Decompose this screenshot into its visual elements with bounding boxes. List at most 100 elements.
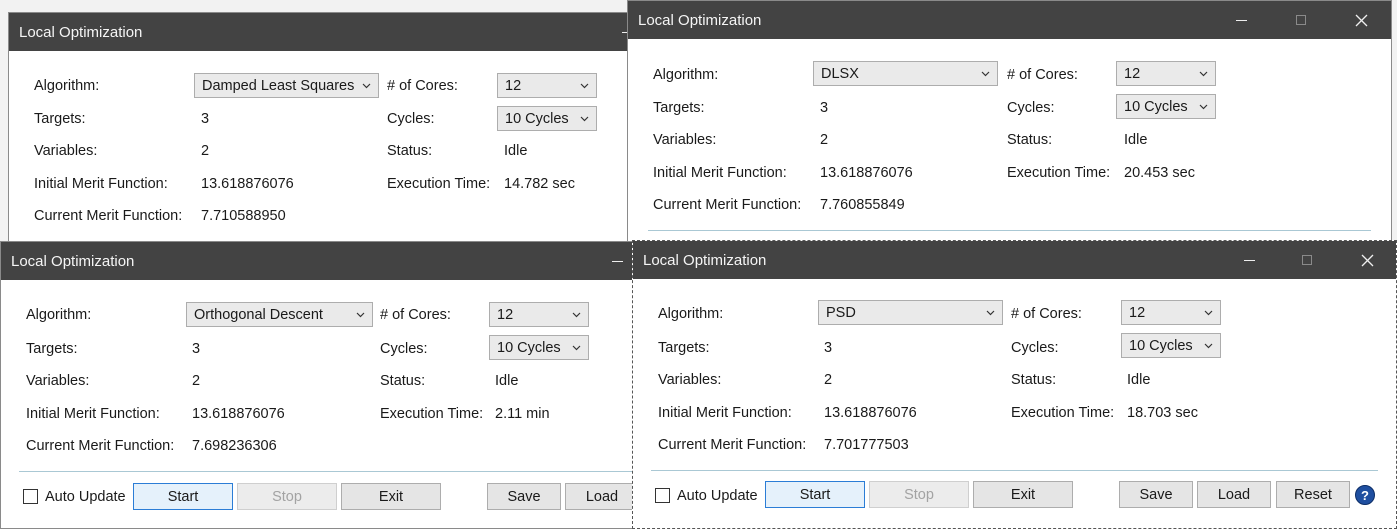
variables-label: Variables: [658, 372, 722, 388]
targets-label: Targets: [653, 100, 705, 116]
chevron-down-icon [1199, 71, 1208, 77]
cycles-value: 10 Cycles [1129, 337, 1193, 354]
targets-value: 3 [192, 341, 201, 357]
exit-button[interactable]: Exit [341, 483, 441, 510]
cores-label: # of Cores: [380, 307, 451, 323]
start-button[interactable]: Start [765, 481, 865, 508]
status-value: Idle [504, 143, 528, 159]
variables-label: Variables: [34, 143, 98, 159]
cores-dropdown[interactable]: 12 [1121, 300, 1221, 325]
stop-button-label: Stop [272, 488, 302, 505]
status-label: Status: [387, 143, 433, 159]
window-title-bar[interactable]: Local Optimization [628, 1, 1391, 39]
cycles-value: 10 Cycles [1124, 98, 1188, 115]
initial-merit-label: Initial Merit Function: [26, 406, 160, 422]
save-button[interactable]: Save [1119, 481, 1193, 508]
exec-time-value: 14.782 sec [504, 176, 575, 192]
exec-time-label: Execution Time: [1007, 165, 1111, 181]
exec-time-value: 2.11 min [495, 406, 550, 422]
minimize-button[interactable] [1218, 1, 1264, 39]
current-merit-label: Current Merit Function: [26, 438, 175, 454]
chevron-down-icon [572, 345, 581, 351]
chevron-down-icon [981, 71, 990, 77]
exit-button[interactable]: Exit [973, 481, 1073, 508]
cores-value: 12 [505, 77, 522, 94]
close-button[interactable] [1344, 241, 1390, 279]
chevron-down-icon [1204, 343, 1213, 349]
cores-dropdown[interactable]: 12 [497, 73, 597, 98]
cores-value: 12 [1124, 65, 1141, 82]
chevron-down-icon [572, 312, 581, 318]
algorithm-value: Orthogonal Descent [194, 306, 323, 323]
variables-value: 2 [820, 132, 829, 148]
cores-dropdown[interactable]: 12 [489, 302, 589, 327]
separator [648, 230, 1371, 231]
initial-merit-label: Initial Merit Function: [658, 405, 792, 421]
maximize-button[interactable] [1278, 1, 1324, 39]
window-body: Algorithm: DLSX # of Cores: 12 Targets: … [628, 39, 1391, 243]
reset-button-label: Reset [1294, 486, 1332, 503]
cycles-label: Cycles: [380, 341, 428, 357]
algorithm-dropdown[interactable]: Orthogonal Descent [186, 302, 373, 327]
status-label: Status: [1011, 372, 1057, 388]
cycles-dropdown[interactable]: 10 Cycles [1121, 333, 1221, 358]
exec-time-value: 20.453 sec [1124, 165, 1195, 181]
start-button-label: Start [167, 488, 199, 505]
stop-button[interactable]: Stop [237, 483, 337, 510]
cycles-label: Cycles: [1007, 100, 1055, 116]
window-title: Local Optimization [643, 251, 767, 269]
stop-button-label: Stop [904, 486, 934, 503]
cycles-value: 10 Cycles [497, 339, 561, 356]
load-button[interactable]: Load [1197, 481, 1271, 508]
auto-update-checkbox[interactable] [655, 488, 670, 503]
auto-update-label[interactable]: Auto Update [45, 488, 126, 506]
algorithm-dropdown[interactable]: PSD [818, 300, 1003, 325]
auto-update-checkbox[interactable] [23, 489, 38, 504]
cores-dropdown[interactable]: 12 [1116, 61, 1216, 86]
help-icon-glyph: ? [1361, 487, 1369, 503]
algorithm-value: PSD [826, 304, 856, 321]
window-title: Local Optimization [11, 252, 135, 270]
load-button[interactable]: Load [565, 483, 632, 510]
window-title: Local Optimization [19, 23, 143, 41]
cycles-dropdown[interactable]: 10 Cycles [489, 335, 589, 360]
cycles-dropdown[interactable]: 10 Cycles [1116, 94, 1216, 119]
close-icon [1355, 14, 1367, 26]
cores-value: 12 [497, 306, 514, 323]
window-title-bar[interactable]: Local Optimization [1, 242, 632, 280]
variables-label: Variables: [653, 132, 717, 148]
minimize-button[interactable] [594, 242, 632, 280]
algorithm-dropdown[interactable]: DLSX [813, 61, 998, 86]
stop-button[interactable]: Stop [869, 481, 969, 508]
start-button-label: Start [799, 486, 831, 503]
targets-label: Targets: [34, 111, 86, 127]
minimize-icon [1243, 259, 1255, 261]
minimize-button[interactable] [1226, 241, 1272, 279]
window-title-bar[interactable]: Local Optimization [633, 241, 1396, 279]
minimize-icon [611, 260, 623, 262]
save-button[interactable]: Save [487, 483, 561, 510]
cycles-label: Cycles: [1011, 340, 1059, 356]
start-button[interactable]: Start [133, 483, 233, 510]
window-title-bar[interactable]: Local Optimization [9, 13, 632, 51]
optimization-window-dlsx: Local Optimization Algorithm: DLSX # of … [627, 0, 1392, 244]
exec-time-label: Execution Time: [387, 176, 491, 192]
reset-button[interactable]: Reset [1276, 481, 1350, 508]
algorithm-dropdown[interactable]: Damped Least Squares [194, 73, 379, 98]
auto-update-label[interactable]: Auto Update [677, 487, 758, 505]
cycles-dropdown[interactable]: 10 Cycles [497, 106, 597, 131]
variables-label: Variables: [26, 373, 90, 389]
separator [651, 470, 1378, 471]
exit-button-label: Exit [378, 488, 404, 505]
help-icon[interactable]: ? [1355, 485, 1375, 505]
maximize-button[interactable] [1284, 241, 1330, 279]
maximize-icon [1296, 15, 1306, 25]
status-value: Idle [495, 373, 519, 389]
initial-merit-value: 13.618876076 [820, 165, 913, 181]
optimization-window-dls: Local Optimization Algorithm: Damped Lea… [8, 12, 633, 244]
close-button[interactable] [1338, 1, 1384, 39]
current-merit-value: 7.760855849 [820, 197, 905, 213]
initial-merit-value: 13.618876076 [192, 406, 285, 422]
algorithm-label: Algorithm: [658, 306, 724, 322]
window-body: Algorithm: Damped Least Squares # of Cor… [9, 51, 632, 243]
